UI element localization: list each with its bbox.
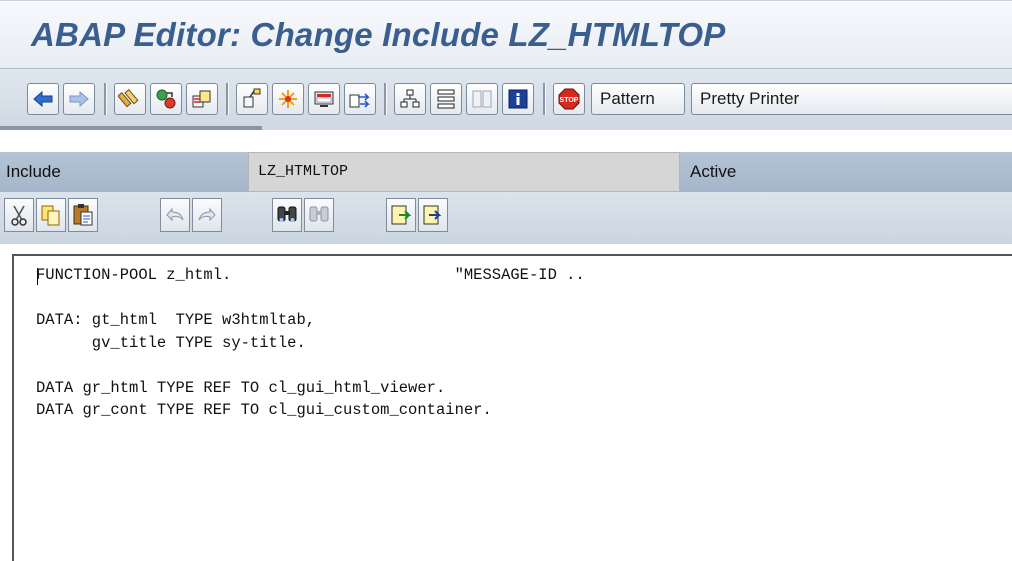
append-line-icon [423,205,442,225]
toolbar-separator [543,83,546,115]
copy-icon [41,205,60,226]
source-code[interactable]: FUNCTION-POOL z_html. "MESSAGE-ID .. DATA… [36,264,585,422]
check-button[interactable] [236,83,268,115]
check-icon [243,88,261,108]
code-line: DATA gr_html TYPE REF TO cl_gui_html_vie… [36,378,446,397]
stop-icon: STOP [558,88,580,110]
insert-line-icon [391,205,412,225]
toolbar-separator [104,83,107,115]
code-line: DATA: gt_html TYPE w3htmltab, [36,311,316,329]
breakpoint-stop-button[interactable]: STOP [553,83,585,115]
cut-icon [11,205,27,226]
info-icon [508,89,528,109]
pattern-button[interactable]: Pattern [591,83,685,115]
find-icon [277,206,297,222]
back-button[interactable] [27,83,59,115]
title-bar: ABAP Editor: Change Include LZ_HTMLTOP [0,0,1012,69]
where-used-button[interactable] [344,83,376,115]
include-label: Include [6,162,61,181]
find-button[interactable] [272,198,302,232]
activate-button[interactable] [272,83,304,115]
code-line: DATA gr_cont TYPE REF TO cl_gui_custom_c… [36,401,492,419]
info-button[interactable] [502,83,534,115]
test-icon [314,91,334,107]
object-list-button[interactable] [394,83,426,115]
active-inactive-button[interactable] [150,83,182,115]
fullscreen-icon [472,90,492,108]
find-next-icon [309,206,329,222]
status-label: Active [690,162,737,181]
cut-button[interactable] [4,198,34,232]
append-line-button[interactable] [418,198,448,232]
toolbar-separator [226,83,229,115]
undo-icon [166,207,184,222]
other-object-button[interactable] [186,83,218,115]
copy-button[interactable] [36,198,66,232]
other-object-icon [192,90,211,108]
paste-button[interactable] [68,198,98,232]
pretty-printer-button[interactable]: Pretty Printer [691,83,1012,115]
display-change-button[interactable] [114,83,146,115]
display-navigation-button[interactable] [430,83,462,115]
window-title: ABAP Editor: Change Include LZ_HTMLTOP [31,16,726,53]
forward-arrow-icon [69,90,89,108]
object-list-icon [400,89,420,108]
editor-toolbar [0,192,1012,244]
code-line: gv_title TYPE sy-title. [36,333,306,352]
find-next-button[interactable] [304,198,334,232]
forward-button[interactable] [63,83,95,115]
code-line: FUNCTION-POOL z_html. "MESSAGE-ID .. [36,266,585,284]
fullscreen-button[interactable] [466,83,498,115]
code-editor[interactable]: FUNCTION-POOL z_html. "MESSAGE-ID .. DATA… [12,254,1012,561]
application-toolbar: STOP Pattern Pretty Printer [0,68,1012,131]
back-arrow-icon [33,90,53,108]
display-change-icon [118,89,139,108]
insert-line-button[interactable] [386,198,416,232]
active-inactive-icon [156,89,176,109]
where-used-icon [349,93,370,108]
paste-icon [73,204,93,226]
test-button[interactable] [308,83,340,115]
undo-button[interactable] [160,198,190,232]
redo-button[interactable] [192,198,222,232]
include-name-field: LZ_HTMLTOP [248,152,680,192]
redo-icon [198,207,216,222]
svg-text:STOP: STOP [560,97,579,104]
toolbar-separator [384,83,387,115]
display-navigation-icon [437,89,455,109]
activate-icon [279,90,297,108]
